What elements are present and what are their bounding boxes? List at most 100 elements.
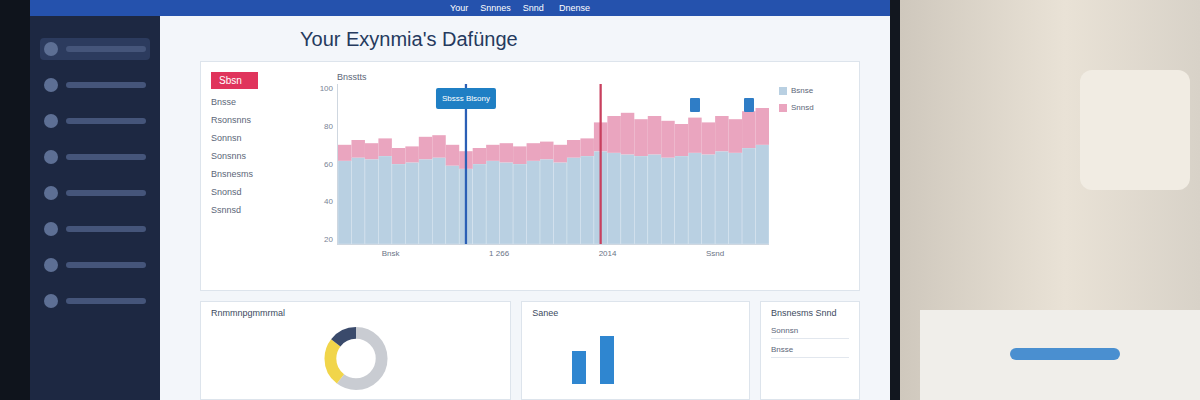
base-column	[688, 153, 701, 244]
menu-dot-icon	[44, 42, 58, 56]
panel-row[interactable]: Sonnsn	[771, 326, 849, 339]
filter-item[interactable]: Ssnnsd	[211, 205, 301, 215]
sidebar	[30, 16, 160, 400]
filter-item[interactable]: Sonsnns	[211, 151, 301, 161]
base-column	[540, 159, 553, 244]
top-band	[607, 116, 620, 153]
sidebar-label-bar	[66, 190, 146, 196]
base-column	[351, 158, 364, 244]
top-band	[338, 145, 351, 161]
filter-list: Sbsn Bnsse Rsonsnns Sonnsn Sonsnns Bnsnesms Sn…	[211, 72, 301, 280]
panel-row[interactable]: Bnsse	[771, 345, 849, 358]
laptop-bezel	[0, 0, 30, 400]
blurred-room	[900, 0, 1200, 400]
side-panel: Bnsnesms SnndSonnsnBnsse	[760, 301, 860, 400]
sidebar-label-bar	[66, 262, 146, 268]
y-tick: 40	[311, 197, 333, 206]
top-band	[715, 116, 728, 151]
top-link[interactable]: Your	[450, 3, 468, 13]
legend-swatch	[779, 87, 787, 95]
base-column	[702, 154, 715, 244]
bar-chart	[532, 324, 739, 384]
menu-dot-icon	[44, 78, 58, 92]
menu-dot-icon	[44, 186, 58, 200]
x-label: Ssnd	[706, 249, 724, 258]
sidebar-label-bar	[66, 118, 146, 124]
top-band	[729, 119, 742, 153]
base-column	[554, 162, 567, 244]
top-band	[446, 145, 459, 166]
pin-icon[interactable]	[690, 98, 700, 112]
top-band	[486, 145, 499, 161]
top-band	[567, 140, 580, 158]
base-column	[661, 158, 674, 244]
top-links: Your Snnnes Snnd	[450, 3, 544, 13]
top-link[interactable]: Snnd	[523, 3, 544, 13]
base-column	[365, 159, 378, 244]
top-band	[540, 142, 553, 160]
chart-tooltip: Sbsss Blsony	[436, 88, 496, 109]
base-column	[675, 156, 688, 244]
top-band	[527, 143, 540, 161]
top-band	[419, 137, 432, 159]
top-band	[702, 122, 715, 154]
sidebar-label-bar	[66, 298, 146, 304]
base-column	[473, 164, 486, 244]
sidebar-item[interactable]	[40, 74, 150, 96]
sidebar-item[interactable]	[40, 182, 150, 204]
top-link[interactable]: Snnnes	[480, 3, 511, 13]
sidebar-label-bar	[66, 226, 146, 232]
base-column	[742, 148, 755, 244]
window-light	[1080, 70, 1190, 190]
sidebar-item[interactable]	[40, 254, 150, 276]
donut-segment	[330, 333, 381, 384]
sidebar-label-bar	[66, 46, 146, 52]
pin-icon[interactable]	[744, 98, 754, 112]
top-band	[513, 146, 526, 164]
bar	[600, 336, 614, 384]
legend-item: Bsnse	[779, 86, 849, 95]
base-column	[729, 153, 742, 244]
card-title: Sanee	[532, 308, 739, 320]
x-label: 2014	[599, 249, 617, 258]
x-axis: Bnsk1 2662014Ssnd	[311, 245, 769, 258]
filter-item[interactable]: Rsonsnns	[211, 115, 301, 125]
bar-card: Sanee	[521, 301, 750, 400]
page-title: Your Exynmia's Dafünge	[200, 28, 860, 51]
y-axis: 10080604020	[311, 84, 333, 244]
chart: Bnsstts10080604020Sbsss BlsonyBnsk1 2662…	[311, 72, 769, 280]
y-tick: 20	[311, 235, 333, 244]
donut-segment	[330, 333, 381, 384]
sidebar-item[interactable]	[40, 290, 150, 312]
y-tick: 100	[311, 84, 333, 93]
top-center-label: Dnense	[559, 3, 590, 13]
filter-item[interactable]: Snonsd	[211, 187, 301, 197]
sidebar-item[interactable]	[40, 218, 150, 240]
base-column	[567, 158, 580, 244]
sidebar-item[interactable]	[40, 146, 150, 168]
legend: BsnseSnnsd	[779, 72, 849, 280]
base-column	[715, 151, 728, 244]
filter-item[interactable]: Bnsse	[211, 97, 301, 107]
top-band	[500, 143, 513, 162]
filter-tag[interactable]: Sbsn	[211, 72, 258, 89]
top-band	[554, 145, 567, 163]
top-band	[688, 118, 701, 153]
photo-scene: Your Snnnes Snnd Dnense Your Exynmia's Dafün…	[0, 0, 1200, 400]
sidebar-item[interactable]	[40, 110, 150, 132]
sidebar-item[interactable]	[40, 38, 150, 60]
filter-item[interactable]: Bnsnesms	[211, 169, 301, 179]
filter-item[interactable]: Sonnsn	[211, 133, 301, 143]
base-column	[500, 162, 513, 244]
legend-swatch	[779, 104, 787, 112]
app-body: Your Exynmia's DafüngeSbsnBnsseRsonsnnsS…	[30, 16, 890, 400]
top-band	[621, 113, 634, 155]
base-column	[446, 166, 459, 244]
x-label: 1 266	[489, 249, 509, 258]
base-column	[486, 161, 499, 244]
y-tick: 80	[311, 122, 333, 131]
base-column	[607, 153, 620, 244]
chart-card: Sbsn Bnsse Rsonsnns Sonnsn Sonsnns Bnsnesms Sn…	[200, 61, 860, 291]
top-band	[351, 140, 364, 158]
menu-dot-icon	[44, 258, 58, 272]
